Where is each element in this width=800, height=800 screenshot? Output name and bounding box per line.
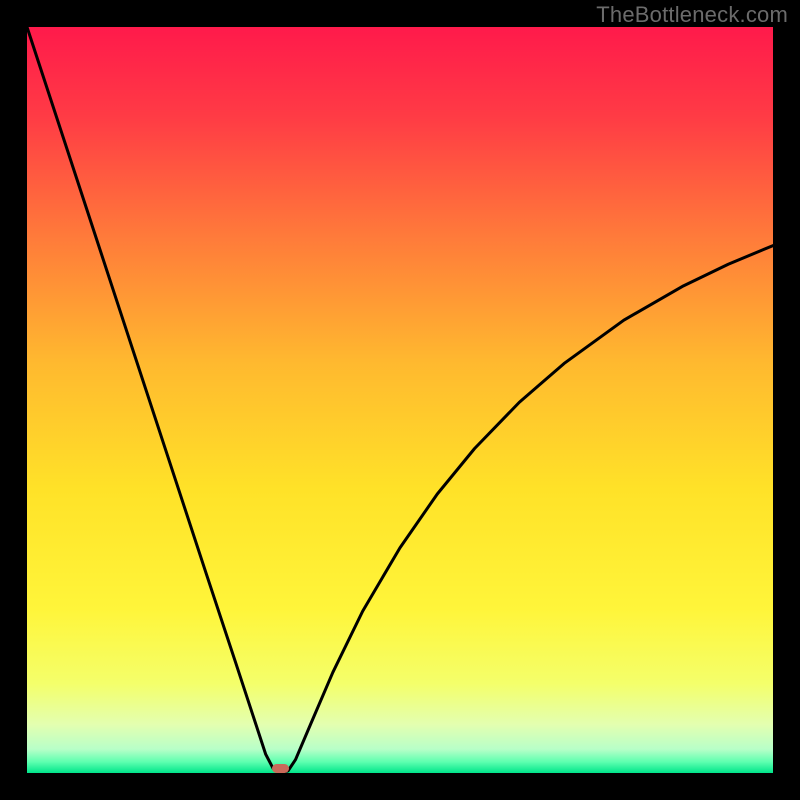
gradient-background bbox=[27, 27, 773, 773]
chart-frame: TheBottleneck.com bbox=[0, 0, 800, 800]
chart-svg bbox=[27, 27, 773, 773]
watermark-text: TheBottleneck.com bbox=[596, 2, 788, 28]
minimum-marker bbox=[272, 764, 288, 774]
plot-area bbox=[27, 27, 773, 773]
